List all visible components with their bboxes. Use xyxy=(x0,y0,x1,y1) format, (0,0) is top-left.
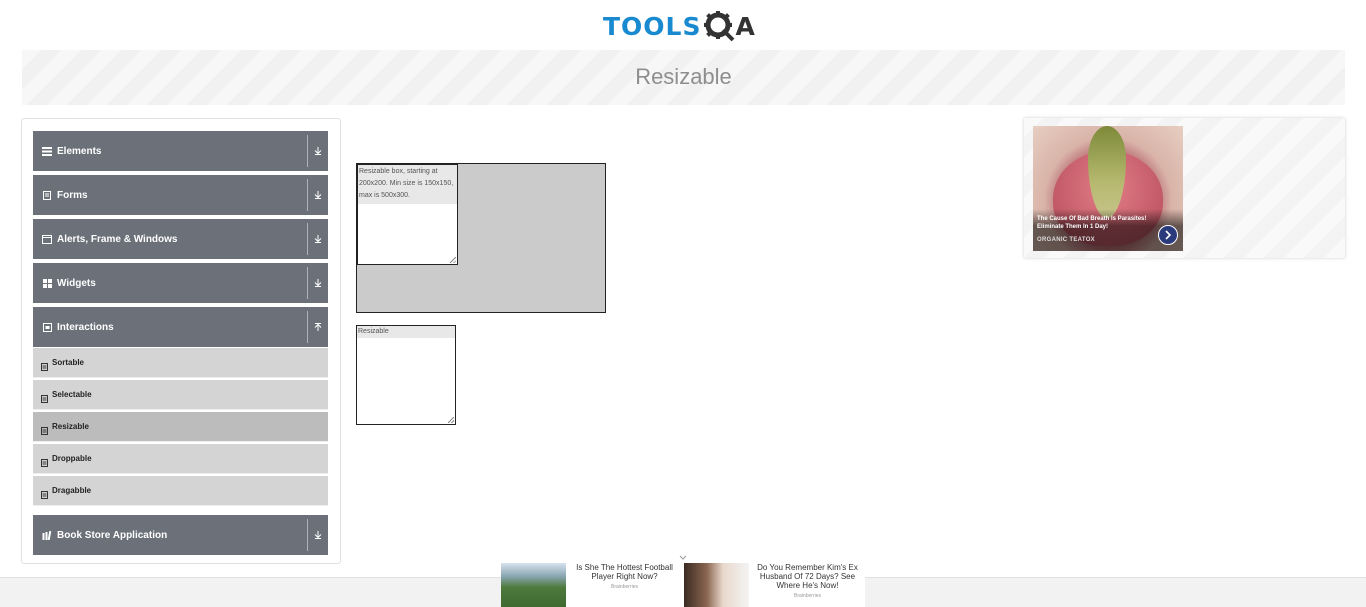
sidebar-item-label: Droppable xyxy=(52,454,92,463)
books-icon xyxy=(41,529,53,541)
document-icon xyxy=(41,189,53,201)
sidebar-group-interactions[interactable]: Interactions xyxy=(33,307,328,347)
logo-text: TOOLS xyxy=(603,11,702,41)
sidebar-group-forms[interactable]: Forms xyxy=(33,175,328,215)
sidebar-item-selectable[interactable]: Selectable xyxy=(33,380,328,410)
sidebar-group-label: Forms xyxy=(57,189,88,201)
expand-arrow-icon[interactable] xyxy=(308,175,328,215)
sidebar-item-label: Resizable xyxy=(52,422,89,431)
grid-icon xyxy=(41,277,53,289)
list-icon xyxy=(41,486,49,499)
expand-arrow-icon[interactable] xyxy=(308,219,328,259)
bottom-ad-item[interactable]: Do You Remember Kim's Ex Husband Of 72 D… xyxy=(684,563,866,607)
list-icon xyxy=(41,358,49,371)
ad-thumbnail-football xyxy=(501,563,566,607)
resizable-box-text: Resizable box, starting at 200x200. Min … xyxy=(358,165,457,204)
sidebar-group-label: Interactions xyxy=(57,321,114,333)
sidebar-item-resizable[interactable]: Resizable xyxy=(33,412,328,442)
bottom-ad-headline: Is She The Hottest Football Player Right… xyxy=(576,563,673,581)
resizable-box-text: Resizable xyxy=(357,326,455,338)
ad-image[interactable]: The Cause Of Bad Breath Is Parasites! El… xyxy=(1033,126,1183,251)
chevron-right-icon[interactable] xyxy=(1158,225,1178,245)
bottom-ad-headline: Do You Remember Kim's Ex Husband Of 72 D… xyxy=(757,563,858,590)
sidebar-item-droppable[interactable]: Droppable xyxy=(33,444,328,474)
resizable-restriction-container: Resizable box, starting at 200x200. Min … xyxy=(356,163,606,313)
bottom-ad-text: Is She The Hottest Football Player Right… xyxy=(568,563,681,592)
resizable-box-restricted[interactable]: Resizable box, starting at 200x200. Min … xyxy=(357,164,458,265)
toolsqa-logo[interactable]: TOOLS A xyxy=(603,6,768,46)
list-icon xyxy=(41,422,49,435)
sidebar: Elements Forms Alerts, Frame & Windows W… xyxy=(21,118,341,564)
page-title: Resizable xyxy=(635,64,732,89)
sidebar-item-label: Sortable xyxy=(52,358,85,367)
resize-handle-icon[interactable] xyxy=(448,417,454,423)
gear-logo-icon xyxy=(703,10,735,42)
page-banner: Resizable xyxy=(22,50,1345,105)
list-icon xyxy=(41,454,49,467)
sidebar-group-label: Book Store Application xyxy=(57,529,168,541)
logo-suffix: A xyxy=(735,11,755,41)
sidebar-group-book-store[interactable]: Book Store Application xyxy=(33,515,328,555)
bottom-ad-brand: Brainberries xyxy=(611,584,638,590)
ad-thumbnail-people xyxy=(684,563,749,607)
collapse-arrow-icon[interactable] xyxy=(308,307,328,347)
expand-arrow-icon[interactable] xyxy=(308,515,328,555)
resizable-box-free[interactable]: Resizable xyxy=(356,325,456,425)
resize-handle-icon[interactable] xyxy=(450,257,456,263)
sidebar-item-sortable[interactable]: Sortable xyxy=(33,348,328,378)
ad-headline: The Cause Of Bad Breath Is Parasites! El… xyxy=(1037,216,1147,230)
sidebar-group-label: Elements xyxy=(57,145,102,157)
sidebar-group-widgets[interactable]: Widgets xyxy=(33,263,328,303)
sidebar-group-label: Widgets xyxy=(57,277,96,289)
sidebar-group-elements[interactable]: Elements xyxy=(33,131,328,171)
chevron-down-icon[interactable] xyxy=(678,553,688,561)
advertisement-panel: The Cause Of Bad Breath Is Parasites! El… xyxy=(1024,118,1345,258)
window-icon xyxy=(41,233,53,245)
sidebar-item-label: Selectable xyxy=(52,390,92,399)
bottom-ad-brand: Brainberries xyxy=(794,593,821,599)
sidebar-group-label: Alerts, Frame & Windows xyxy=(57,233,178,245)
sidebar-item-dragabble[interactable]: Dragabble xyxy=(33,476,328,506)
bottom-ad-item[interactable]: Is She The Hottest Football Player Right… xyxy=(501,563,683,607)
expand-arrow-icon[interactable] xyxy=(308,263,328,303)
hamburger-icon xyxy=(41,145,53,157)
sidebar-item-label: Dragabble xyxy=(52,486,92,495)
expand-arrow-icon[interactable] xyxy=(308,131,328,171)
list-icon xyxy=(41,390,49,403)
sidebar-group-alerts[interactable]: Alerts, Frame & Windows xyxy=(33,219,328,259)
square-icon xyxy=(41,321,53,333)
bottom-ad-text: Do You Remember Kim's Ex Husband Of 72 D… xyxy=(751,563,864,601)
bottom-ad-banner: Is She The Hottest Football Player Right… xyxy=(501,555,866,607)
